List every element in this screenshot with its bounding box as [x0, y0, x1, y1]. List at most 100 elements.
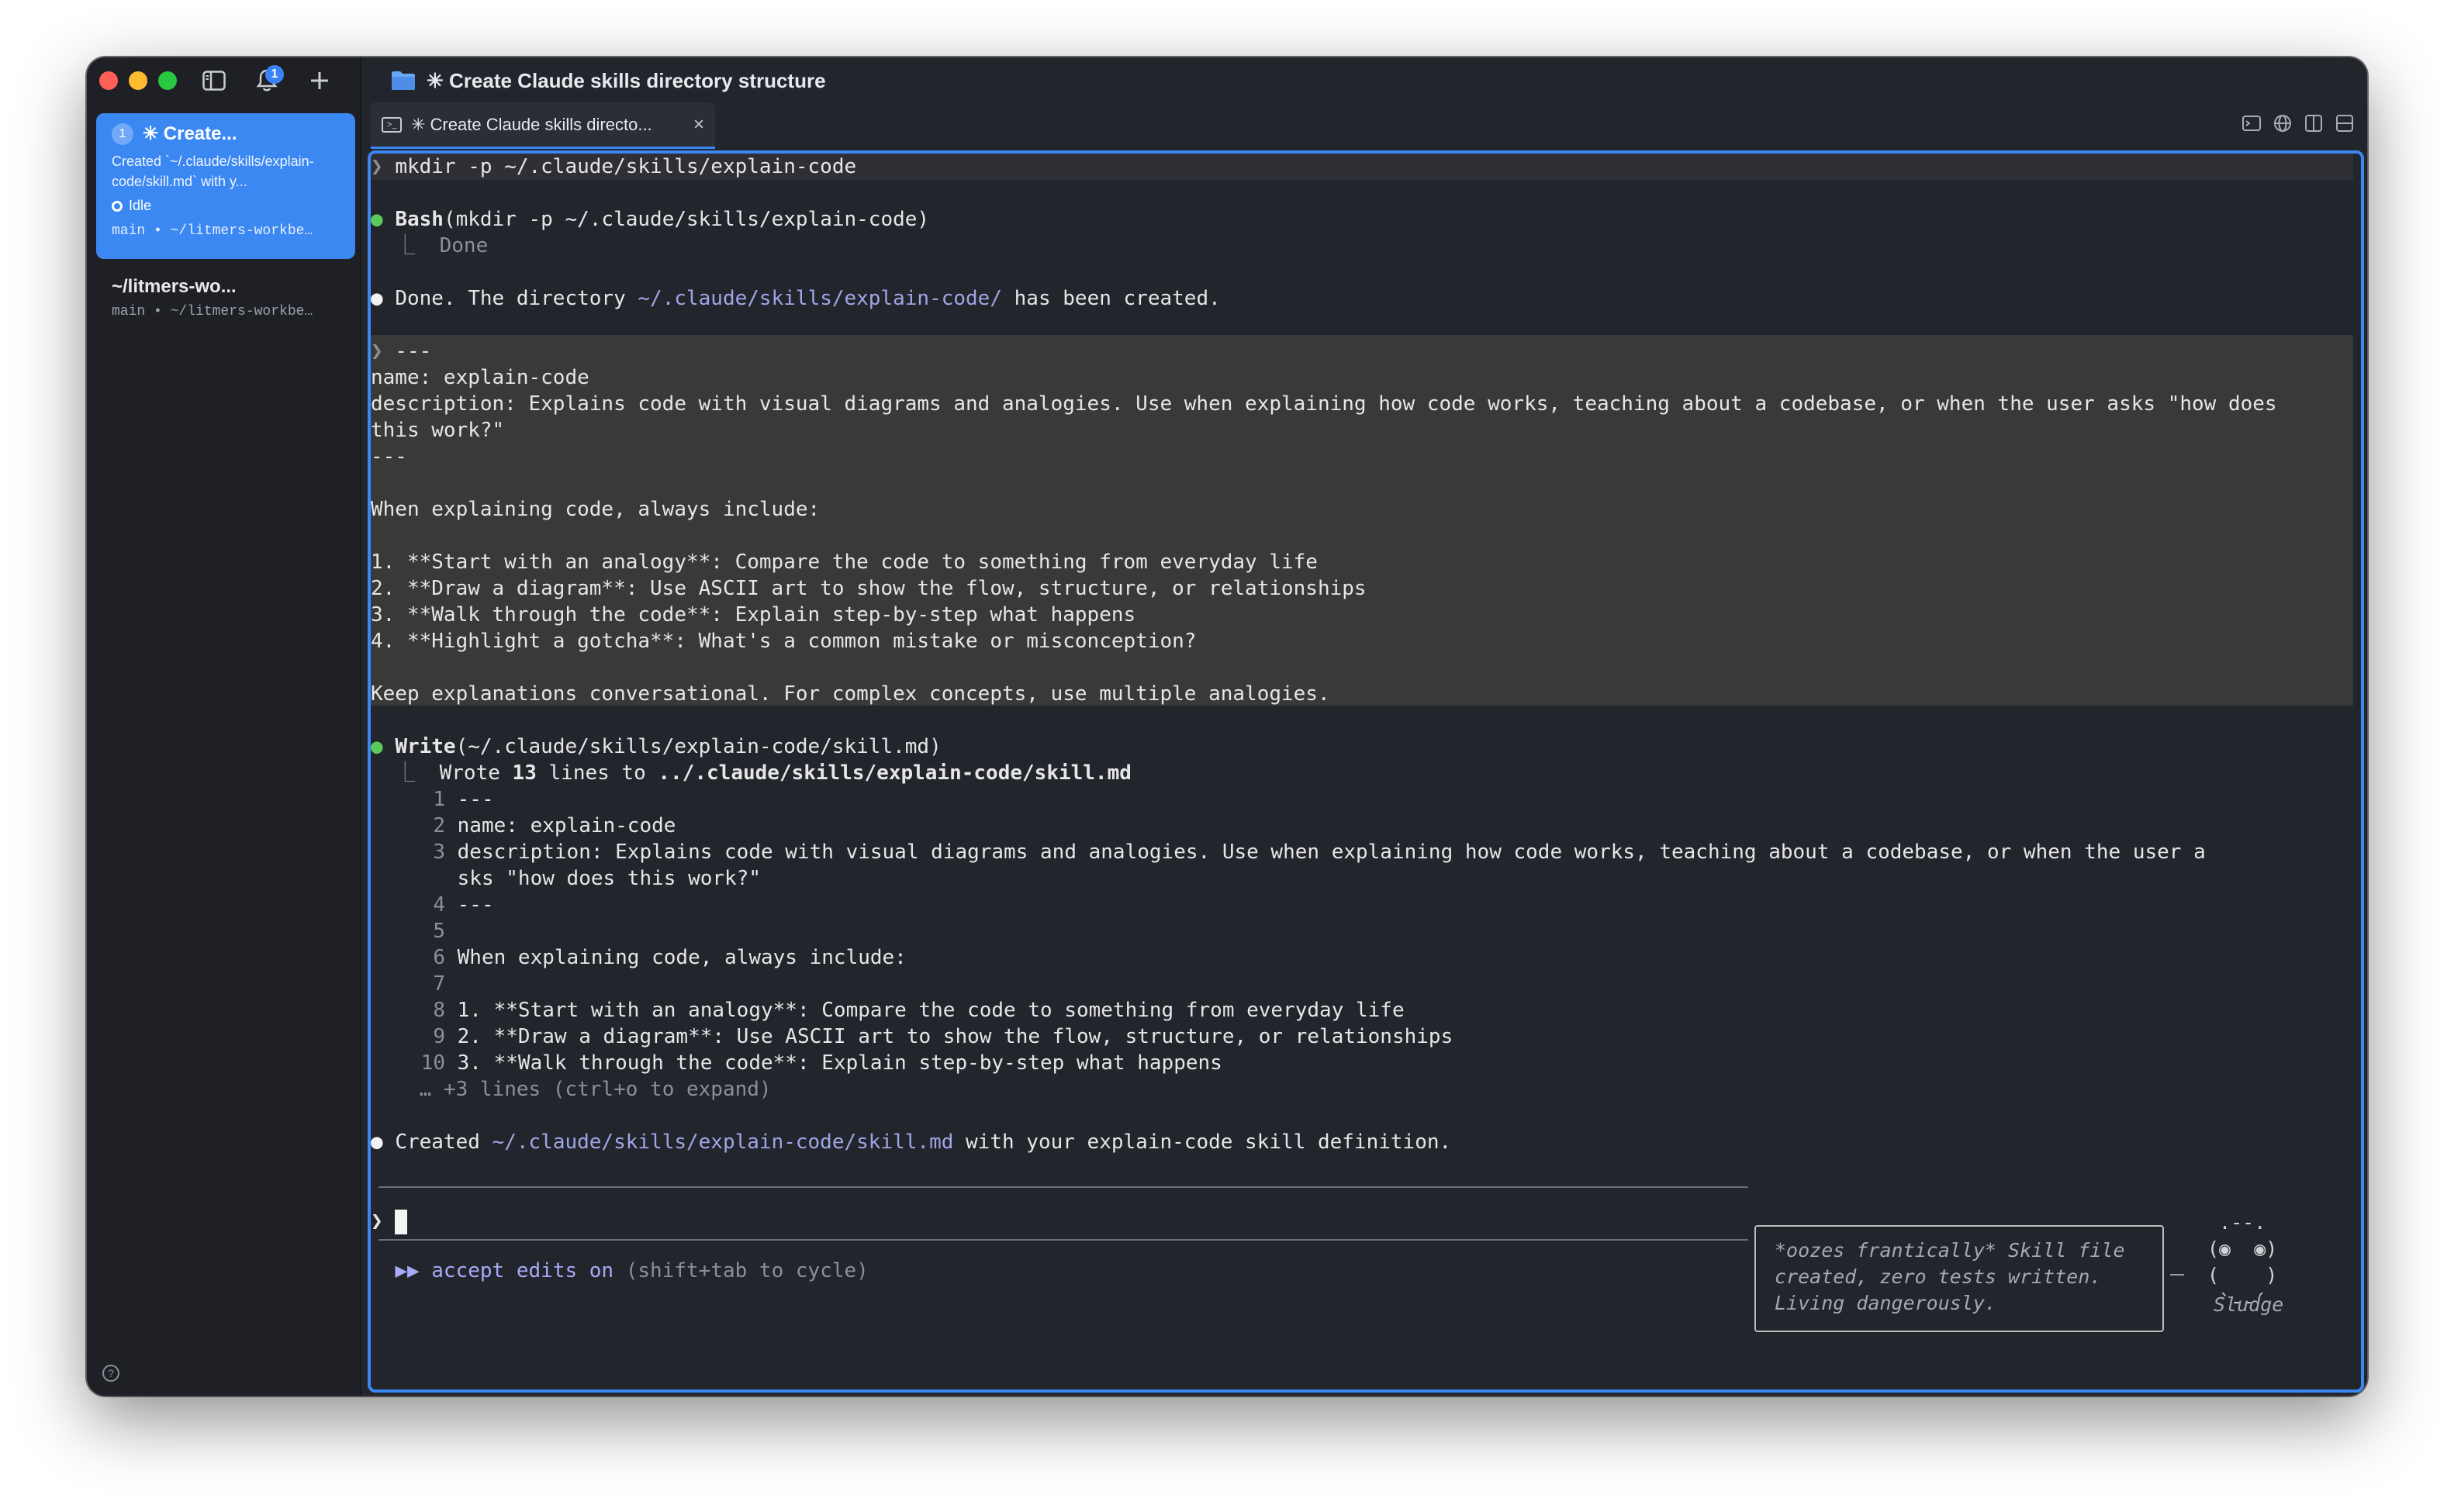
- file-line: 8 1. **Start with an analogy**: Compare …: [371, 997, 1405, 1024]
- user-message-text: description: Explains code with visual d…: [371, 392, 2277, 416]
- line-text: ---: [457, 893, 494, 917]
- line-text: ---: [457, 788, 494, 811]
- line-text: When explaining code, always include:: [457, 946, 907, 969]
- prompt-line: ❯ mkdir -p ~/.claude/skills/explain-code: [371, 155, 857, 178]
- tool-name: Bash: [395, 208, 444, 231]
- close-window-button[interactable]: [99, 71, 118, 90]
- user-message-line: name: explain-code: [371, 364, 589, 391]
- result-path: ../.claude/skills/explain-code/skill.md: [658, 761, 1132, 785]
- result-text: Wrote: [439, 761, 513, 785]
- window-controls: [99, 71, 177, 90]
- plus-icon[interactable]: [304, 65, 335, 96]
- file-line: 1 ---: [371, 786, 494, 813]
- prompt-command: mkdir -p ~/.claude/skills/explain-code: [395, 155, 857, 178]
- zoom-window-button[interactable]: [158, 71, 177, 90]
- mode-indicator[interactable]: ▶▶ accept edits on (shift+tab to cycle): [371, 1258, 869, 1284]
- user-message-line: this work?": [371, 417, 504, 444]
- terminal-icon[interactable]: [2241, 113, 2262, 133]
- user-message-text: name: explain-code: [371, 366, 589, 389]
- line-text: name: explain-code: [457, 814, 676, 837]
- notification-badge: 1: [265, 65, 284, 84]
- tool-result: ⎿ Done: [371, 234, 489, 257]
- status-ring-icon: [112, 200, 123, 212]
- file-line: sks "how does this work?": [371, 865, 761, 892]
- line-number: 6: [433, 946, 445, 969]
- session-title: ~/litmers-wo...: [112, 276, 237, 297]
- window-title: ✳ Create Claude skills directory structu…: [391, 65, 826, 96]
- window-title-text: ✳ Create Claude skills directory structu…: [427, 68, 826, 92]
- globe-icon[interactable]: [2273, 113, 2293, 133]
- line-number: 10: [420, 1051, 445, 1075]
- file-line: 9 2. **Draw a diagram**: Use ASCII art t…: [371, 1024, 1453, 1050]
- line-number: 5: [433, 920, 445, 943]
- mode-label: accept edits on: [431, 1259, 614, 1282]
- line-text: description: Explains code with visual d…: [457, 841, 2206, 864]
- user-message-line: When explaining code, always include:: [371, 496, 820, 523]
- line-text: 2. **Draw a diagram**: Use ASCII art to …: [457, 1025, 1453, 1048]
- session-description: Created `~/.claude/skills/explain-code/s…: [112, 154, 314, 189]
- view-controls: [2241, 113, 2355, 133]
- text-cursor: [395, 1209, 408, 1234]
- mode-arrows: ▶▶: [395, 1259, 420, 1282]
- session-status: Idle: [112, 198, 340, 214]
- line-number: 9: [433, 1025, 445, 1048]
- expand-hint[interactable]: … +3 lines (ctrl+o to expand): [371, 1076, 772, 1103]
- user-message-line: 4. **Highlight a gotcha**: What's a comm…: [371, 628, 1196, 654]
- line-text: sks "how does this work?": [457, 867, 761, 890]
- speech-bubble-tail: [2170, 1274, 2184, 1276]
- line-number: 1: [433, 788, 445, 811]
- tool-result: ⎿ Wrote 13 lines to ../.claude/skills/ex…: [371, 761, 1132, 785]
- speech-bubble: *oozes frantically* Skill file created, …: [1754, 1225, 2164, 1332]
- status-label: Idle: [129, 198, 152, 213]
- terminal-pane[interactable]: ❯ mkdir -p ~/.claude/skills/explain-code…: [368, 150, 2364, 1393]
- user-message-text: 4. **Highlight a gotcha**: What's a comm…: [371, 630, 1197, 653]
- bell-icon[interactable]: 1: [251, 65, 284, 96]
- tool-call-bash: ● Bash(mkdir -p ~/.claude/skills/explain…: [371, 208, 930, 231]
- file-line: 2 name: explain-code: [371, 813, 676, 839]
- sidebar: 1 1 ✳ Create... Created `~/.claude/skill…: [87, 57, 361, 1396]
- minimize-window-button[interactable]: [129, 71, 147, 90]
- user-message-text: ---: [395, 340, 432, 363]
- user-message-text: 3. **Walk through the code**: Explain st…: [371, 603, 1136, 627]
- assistant-message: ● Done. The directory ~/.claude/skills/e…: [371, 287, 1221, 310]
- session-item[interactable]: ~/litmers-wo... main • ~/litmers-workbe…: [112, 276, 352, 319]
- message-path: ~/.claude/skills/explain-code/skill.md: [492, 1131, 954, 1154]
- session-branch: main • ~/litmers-workbe…: [112, 304, 313, 319]
- expand-hint-text: … +3 lines (ctrl+o to expand): [419, 1078, 772, 1101]
- user-message-text: When explaining code, always include:: [371, 498, 821, 521]
- session-number: 1: [112, 123, 133, 145]
- help-icon[interactable]: ?: [102, 1365, 119, 1382]
- user-message-text: Keep explanations conversational. For co…: [371, 682, 1330, 706]
- tool-args: (~/.claude/skills/explain-code/skill.md): [455, 735, 942, 758]
- tab-session[interactable]: >_ ✳ Create Claude skills directo... ×: [371, 102, 715, 149]
- input-top-border: [378, 1186, 1748, 1188]
- user-message-line: ---: [371, 444, 407, 470]
- message-text: Created: [395, 1131, 493, 1154]
- file-line: 10 3. **Walk through the code**: Explain…: [371, 1050, 1222, 1076]
- tab-label: ✳ Create Claude skills directo...: [411, 114, 652, 134]
- layout-icon[interactable]: [2335, 113, 2355, 133]
- line-number: 2: [433, 814, 445, 837]
- input-prompt[interactable]: ❯: [371, 1208, 408, 1234]
- session-title: ✳ Create...: [143, 123, 237, 144]
- close-icon[interactable]: ×: [693, 114, 704, 136]
- file-line: 5: [371, 918, 458, 944]
- message-path: ~/.claude/skills/explain-code/: [638, 287, 1002, 310]
- line-text: 1. **Start with an analogy**: Compare th…: [457, 999, 1405, 1022]
- main-pane: ✳ Create Claude skills directory structu…: [363, 57, 2367, 1396]
- line-number: 7: [433, 972, 445, 996]
- mode-hint: (shift+tab to cycle): [625, 1259, 869, 1282]
- tool-name: Write: [395, 735, 456, 758]
- sidebar-toggle-icon[interactable]: [199, 65, 230, 96]
- result-text: lines to: [536, 761, 658, 785]
- user-message-text: ---: [371, 445, 407, 468]
- file-line: 7: [371, 971, 458, 997]
- line-number: 4: [433, 893, 445, 917]
- terminal-icon: >_: [382, 116, 402, 133]
- tool-result-text: Done: [439, 234, 489, 257]
- user-message-text: 2. **Draw a diagram**: Use ASCII art to …: [371, 577, 1367, 600]
- result-count: 13: [512, 761, 537, 785]
- message-text: with your explain-code skill definition.: [953, 1131, 1452, 1154]
- split-view-icon[interactable]: [2304, 113, 2324, 133]
- session-card-active[interactable]: 1 ✳ Create... Created `~/.claude/skills/…: [96, 113, 355, 259]
